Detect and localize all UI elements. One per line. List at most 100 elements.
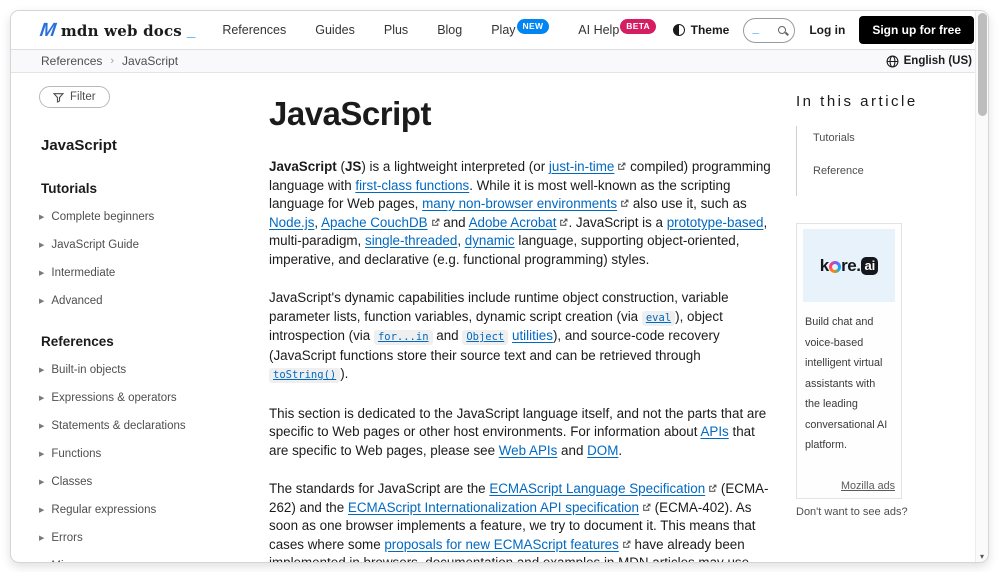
badge-new: NEW <box>517 19 550 34</box>
link-utilities[interactable]: utilities <box>512 328 553 343</box>
mozilla-ads-link[interactable]: Mozilla ads <box>803 480 895 492</box>
code-link-tostring[interactable]: toString() <box>269 368 340 383</box>
expand-triangle-icon[interactable]: ▶ <box>39 478 44 486</box>
breadcrumb-bar: References › JavaScript English (US) <box>11 49 988 73</box>
link-first-class-functions[interactable]: first-class functions <box>355 178 469 193</box>
sidebar-item-label: Complete beginners <box>51 211 154 223</box>
link-just-in-time[interactable]: just-in-time <box>549 159 626 174</box>
expand-triangle-icon[interactable]: ▶ <box>39 366 44 374</box>
sidebar: Filter JavaScript Tutorials▶Complete beg… <box>11 73 269 563</box>
link-node-js[interactable]: Node.js <box>269 215 314 230</box>
expand-triangle-icon[interactable]: ▶ <box>39 297 44 305</box>
sidebar-section-heading-references: References <box>41 334 269 349</box>
expand-triangle-icon[interactable]: ▶ <box>39 562 44 563</box>
nav-item-ai-help[interactable]: AI HelpBETA <box>578 23 656 37</box>
article: JavaScript JavaScript (JS) is a lightwei… <box>269 73 772 563</box>
filter-button[interactable]: Filter <box>39 86 110 108</box>
bold-text: JavaScript <box>269 159 337 174</box>
page-title: JavaScript <box>269 95 772 133</box>
code-link-eval[interactable]: eval <box>642 311 675 326</box>
filter-funnel-icon <box>53 92 64 103</box>
breadcrumb: References › JavaScript <box>41 54 178 68</box>
nav-right: Theme _ Log in Sign up for free <box>673 16 974 44</box>
expand-triangle-icon[interactable]: ▶ <box>39 394 44 402</box>
link-apis[interactable]: APIs <box>700 424 728 439</box>
link-ecmascript-internationalization-api-specification[interactable]: ECMAScript Internationalization API spec… <box>348 500 651 515</box>
link-many-non-browser-environments[interactable]: many non-browser environments <box>422 196 629 211</box>
nav-item-references[interactable]: References <box>222 23 286 37</box>
search-icon <box>778 26 786 34</box>
sidebar-item-label: Built-in objects <box>51 364 126 376</box>
sidebar-item-errors[interactable]: ▶Errors <box>39 532 269 544</box>
mdn-logo-icon: M <box>39 21 57 40</box>
link-adobe-acrobat[interactable]: Adobe Acrobat <box>469 215 569 230</box>
sidebar-item-regular-expressions[interactable]: ▶Regular expressions <box>39 504 269 516</box>
link-dom[interactable]: DOM <box>587 443 618 458</box>
expand-triangle-icon[interactable]: ▶ <box>39 450 44 458</box>
sidebar-item-built-in-objects[interactable]: ▶ Built-in objects <box>39 364 269 376</box>
login-link[interactable]: Log in <box>809 23 845 37</box>
sidebar-item-functions[interactable]: ▶ Functions <box>39 448 269 460</box>
code-link-for-in[interactable]: for...in <box>374 330 433 345</box>
browser-viewport: M mdn web docs _ References Guides Plus Blo… <box>0 0 1000 572</box>
theme-toggle-button[interactable]: Theme <box>673 23 730 37</box>
expand-triangle-icon[interactable]: ▶ <box>39 269 44 277</box>
sidebar-item-label: Expressions & operators <box>51 392 176 404</box>
nav-item-plus[interactable]: Plus <box>384 23 408 37</box>
sidebar-item-javascript-guide[interactable]: ▶ JavaScript Guide <box>39 239 269 251</box>
sidebar-item-label: JavaScript Guide <box>51 239 139 251</box>
code-link-object[interactable]: Object <box>462 330 508 345</box>
sidebar-item-complete-beginners[interactable]: ▶ Complete beginners <box>39 211 269 223</box>
toc-heading: In this article <box>796 93 966 110</box>
scrollbar-down-arrow-icon[interactable]: ▾ <box>976 552 988 561</box>
theme-contrast-icon <box>673 24 685 36</box>
expand-triangle-icon[interactable]: ▶ <box>39 241 44 249</box>
language-label: English (US) <box>904 55 972 67</box>
expand-triangle-icon[interactable]: ▶ <box>39 534 44 542</box>
sidebar-item-label: Functions <box>51 448 101 460</box>
ad-card[interactable]: k re. ai Build chat and voice-based inte… <box>796 223 902 499</box>
page-scrollbar[interactable]: ▾ <box>975 11 988 562</box>
sidebar-item-classes[interactable]: ▶Classes <box>39 476 269 488</box>
sidebar-sections: Tutorials▶Complete beginners▶JavaScript … <box>39 181 269 563</box>
sidebar-root-javascript[interactable]: JavaScript <box>41 137 269 154</box>
sidebar-item-expressions-operators[interactable]: ▶ Expressions & operators <box>39 392 269 404</box>
external-link-icon <box>617 162 626 171</box>
ad-optout-link[interactable]: Don't want to see ads? <box>796 506 966 518</box>
language-switcher[interactable]: English (US) <box>886 55 972 68</box>
sidebar-item-label: Intermediate <box>51 267 115 279</box>
expand-triangle-icon[interactable]: ▶ <box>39 213 44 221</box>
link-web-apis[interactable]: Web APIs <box>499 443 558 458</box>
sidebar-item-misc[interactable]: ▶Misc <box>39 560 269 563</box>
breadcrumb-references[interactable]: References <box>41 54 102 68</box>
link-apache-couchdb[interactable]: Apache CouchDB <box>321 215 439 230</box>
signup-button[interactable]: Sign up for free <box>859 16 974 44</box>
nav-item-guides[interactable]: Guides <box>315 23 355 37</box>
scrollbar-thumb[interactable] <box>978 13 987 116</box>
nav-item-play[interactable]: PlayNEW <box>491 23 549 37</box>
toc-list-item: Tutorials <box>813 128 966 146</box>
breadcrumb-javascript[interactable]: JavaScript <box>122 54 178 68</box>
expand-triangle-icon[interactable]: ▶ <box>39 422 44 430</box>
link-dynamic[interactable]: dynamic <box>465 233 515 248</box>
kore-logo-mid: re. <box>841 256 860 276</box>
link-prototype-based[interactable]: prototype-based <box>667 215 764 230</box>
sidebar-item-advanced[interactable]: ▶Advanced <box>39 295 269 307</box>
sidebar-item-statements-declarations[interactable]: ▶ Statements & declarations <box>39 420 269 432</box>
toc-list: Tutorials Reference <box>796 126 966 196</box>
external-link-icon <box>642 503 651 512</box>
nav-item-blog[interactable]: Blog <box>437 23 462 37</box>
link-single-threaded[interactable]: single-threaded <box>365 233 457 248</box>
ad-copy: Build chat and voice-based intelligent v… <box>805 312 893 456</box>
sidebar-item-label: Statements & declarations <box>51 420 185 432</box>
search-input[interactable]: _ <box>743 18 795 43</box>
sidebar-item-intermediate[interactable]: ▶ Intermediate <box>39 267 269 279</box>
external-link-icon <box>559 218 568 227</box>
kore-ai-badge: ai <box>861 257 878 275</box>
link-proposals-for-new-ecmascript-features[interactable]: proposals for new ECMAScript features <box>384 537 630 552</box>
expand-triangle-icon[interactable]: ▶ <box>39 506 44 514</box>
toc-item-tutorials[interactable]: Tutorials <box>813 132 855 144</box>
link-ecmascript-language-specification[interactable]: ECMAScript Language Specification <box>489 481 717 496</box>
mdn-logo[interactable]: M mdn web docs _ <box>40 21 195 40</box>
toc-item-reference[interactable]: Reference <box>813 165 864 177</box>
